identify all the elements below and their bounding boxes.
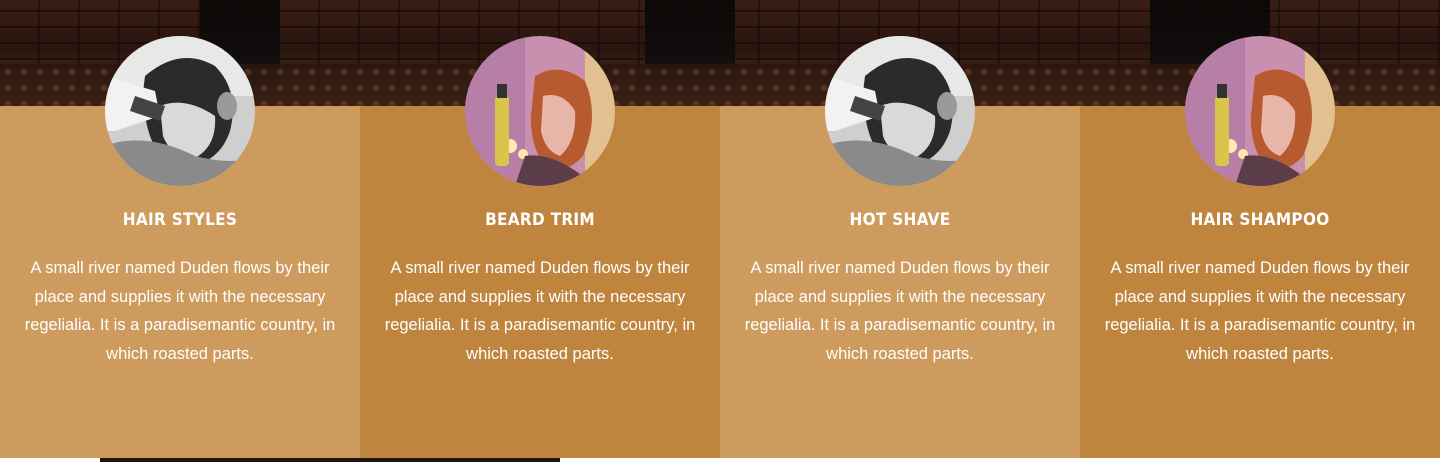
service-photo <box>1185 36 1335 186</box>
bearded-man-grooming-photo-icon <box>825 36 975 186</box>
bearded-man-grooming-photo-icon <box>105 36 255 186</box>
next-section-edge <box>100 458 560 462</box>
woman-hairspray-photo-icon <box>1185 36 1335 186</box>
service-title: HAIR SHAMPOO <box>1190 210 1330 230</box>
service-description: A small river named Duden flows by their… <box>384 259 696 364</box>
service-photo <box>105 36 255 186</box>
service-title: HOT SHAVE <box>849 210 951 230</box>
service-title: HAIR STYLES <box>122 210 238 230</box>
woman-hairspray-photo-icon <box>465 36 615 186</box>
service-title: BEARD TRIM <box>485 210 595 230</box>
service-photo <box>825 36 975 186</box>
service-card-hair-shampoo: HAIR SHAMPOO A small river named Duden f… <box>1080 36 1440 458</box>
service-description: A small river named Duden flows by their… <box>744 259 1056 364</box>
service-card-hair-styles: HAIR STYLES A small river named Duden fl… <box>0 36 360 458</box>
service-card-beard-trim: BEARD TRIM A small river named Duden flo… <box>360 36 720 458</box>
service-description: A small river named Duden flows by their… <box>1104 259 1416 364</box>
service-photo <box>465 36 615 186</box>
service-card-hot-shave: HOT SHAVE A small river named Duden flow… <box>720 36 1080 458</box>
services-section: HAIR STYLES A small river named Duden fl… <box>0 36 1440 458</box>
service-description: A small river named Duden flows by their… <box>24 259 336 364</box>
